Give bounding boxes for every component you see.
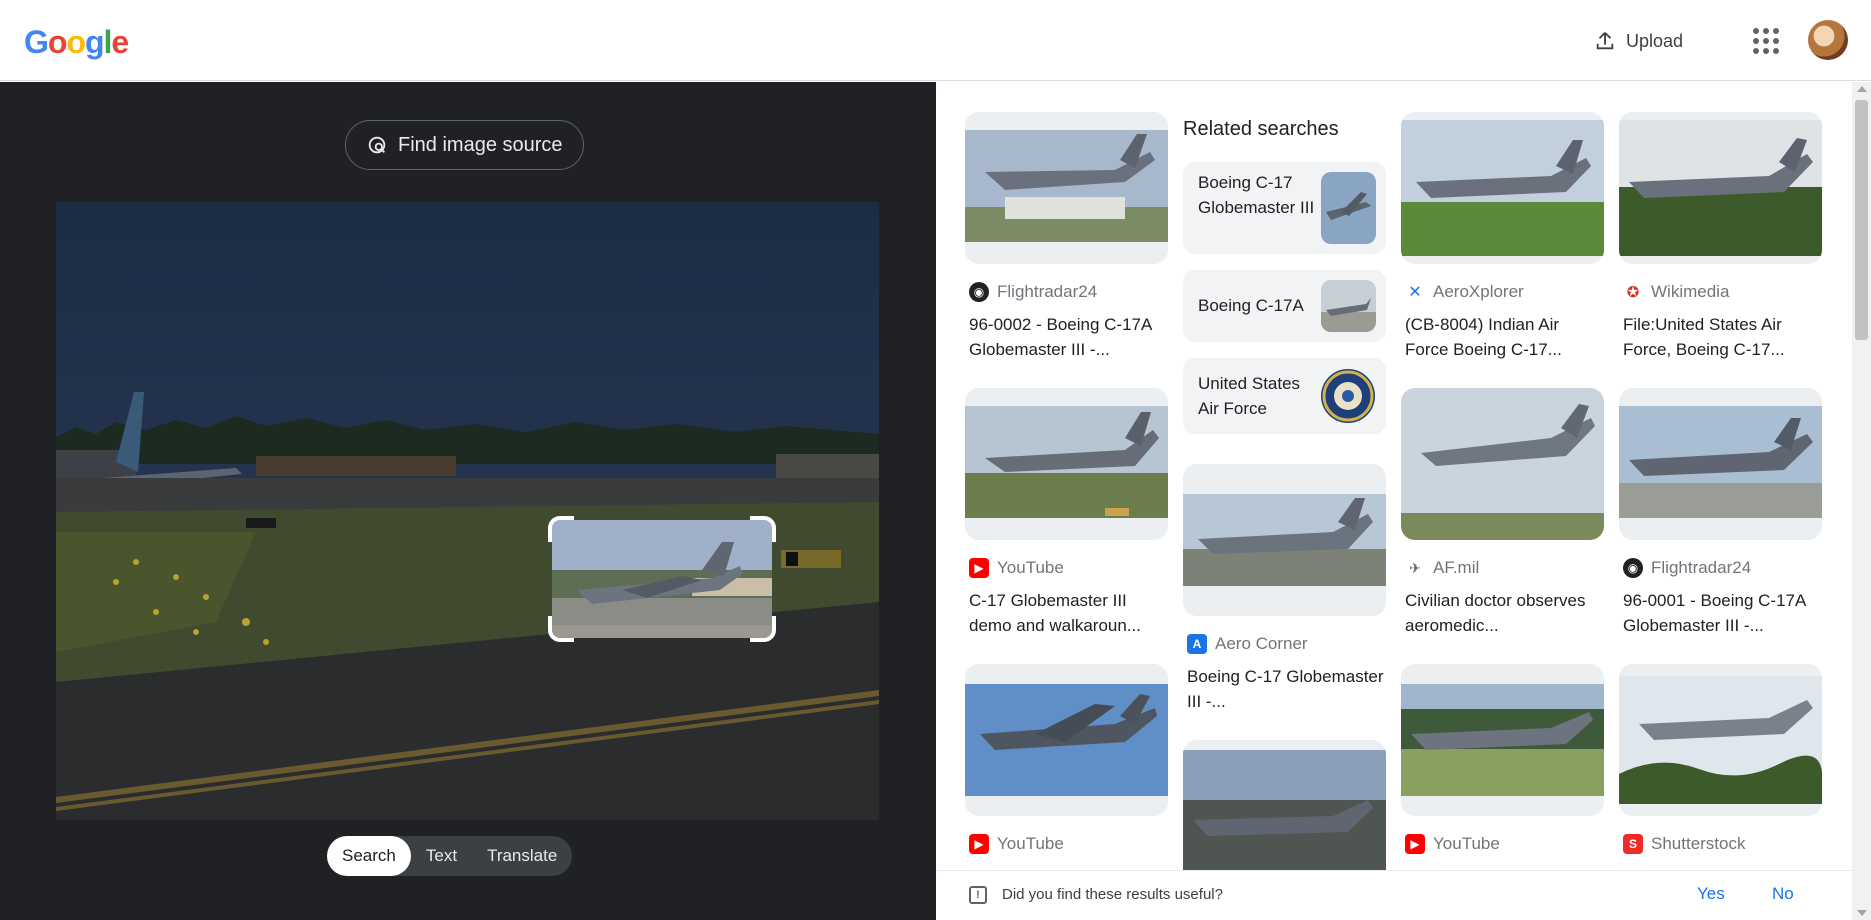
result-source: Aero Corner: [1215, 634, 1308, 653]
logo-letter: g: [84, 24, 105, 60]
result-title[interactable]: 96-0001 - Boeing C-17A Globemaster III -…: [1623, 588, 1823, 638]
crop-selection-box[interactable]: [548, 516, 776, 642]
af-mil-icon: ✈: [1405, 558, 1425, 578]
result-card[interactable]: ✈ AF.mil Civilian doctor observes aerome…: [1401, 388, 1604, 635]
crop-handle-bottom-left[interactable]: [548, 616, 574, 642]
result-source: YouTube: [997, 834, 1064, 853]
lens-mode-tabs: Search Text Translate: [327, 836, 573, 876]
result-card[interactable]: ▶ YouTube C-17 Globemaster III demo and …: [965, 388, 1168, 635]
results-scrollbar[interactable]: [1852, 82, 1871, 920]
result-source: Flightradar24: [997, 282, 1098, 301]
google-apps-icon[interactable]: [1753, 28, 1779, 54]
tab-text[interactable]: Text: [411, 836, 472, 876]
logo-letter: G: [24, 24, 49, 60]
lens-image-panel: Find image source Search Text Translate: [0, 82, 936, 920]
result-source: Flightradar24: [1651, 558, 1752, 577]
crop-handle-top-left[interactable]: [548, 516, 574, 542]
air-force-seal-icon: [1320, 368, 1376, 424]
result-title[interactable]: Civilian doctor observes aeromedic...: [1405, 588, 1605, 638]
result-thumbnail[interactable]: [1401, 388, 1604, 540]
result-thumbnail[interactable]: [965, 112, 1168, 264]
result-source: YouTube: [997, 558, 1064, 577]
related-search-label: Boeing C-17 Globemaster III: [1198, 173, 1315, 217]
related-search-thumbnail: [1321, 280, 1376, 332]
result-thumbnail[interactable]: [965, 664, 1168, 816]
result-thumbnail[interactable]: [1401, 112, 1604, 264]
result-card[interactable]: ▶ YouTube: [965, 664, 1168, 864]
result-thumbnail[interactable]: [1619, 664, 1822, 816]
flightradar-icon: ◉: [969, 282, 989, 302]
result-card[interactable]: ✕ AeroXplorer (CB-8004) Indian Air Force…: [1401, 112, 1604, 359]
result-source: YouTube: [1433, 834, 1500, 853]
flightradar-icon: ◉: [1623, 558, 1643, 578]
youtube-icon: ▶: [969, 834, 989, 854]
tab-search[interactable]: Search: [327, 836, 411, 876]
logo-letter: o: [47, 24, 68, 60]
upload-button[interactable]: Upload: [1594, 26, 1683, 56]
upload-icon: [1596, 32, 1614, 50]
related-search-chip[interactable]: Boeing C-17A: [1183, 270, 1386, 342]
crop-handle-top-right[interactable]: [750, 516, 776, 542]
result-card[interactable]: ◉ Flightradar24 96-0001 - Boeing C-17A G…: [1619, 388, 1822, 635]
logo-letter: e: [111, 24, 129, 60]
related-searches-heading: Related searches: [1183, 118, 1339, 140]
result-title[interactable]: File:United States Air Force, Boeing C-1…: [1623, 312, 1823, 362]
result-card[interactable]: S Shutterstock: [1619, 664, 1822, 864]
scrollbar-thumb[interactable]: [1855, 100, 1868, 340]
result-source: AF.mil: [1433, 558, 1480, 577]
account-avatar[interactable]: [1808, 20, 1848, 60]
related-search-label: United States Air Force: [1198, 374, 1301, 418]
google-logo[interactable]: Google: [24, 24, 129, 61]
image-search-icon: [368, 136, 386, 154]
result-source: Wikimedia: [1651, 282, 1730, 301]
find-image-source-label: Find image source: [398, 133, 563, 156]
feedback-yes-button[interactable]: Yes: [1697, 884, 1725, 904]
results-panel: ◉ Flightradar24 96-0002 - Boeing C-17A G…: [936, 82, 1871, 920]
result-card[interactable]: ▶ YouTube: [1401, 664, 1604, 864]
youtube-icon: ▶: [969, 558, 989, 578]
result-title[interactable]: (CB-8004) Indian Air Force Boeing C-17..…: [1405, 312, 1605, 362]
result-thumbnail[interactable]: [1619, 388, 1822, 540]
scroll-down-arrow-icon[interactable]: [1857, 910, 1867, 916]
feedback-bar: ! Did you find these results useful? Yes…: [936, 870, 1871, 920]
result-title[interactable]: C-17 Globemaster III demo and walkaroun.…: [969, 588, 1169, 638]
wikimedia-icon: ✪: [1623, 282, 1643, 302]
logo-letter: o: [66, 24, 86, 60]
result-card[interactable]: ◉ Flightradar24 96-0002 - Boeing C-17A G…: [965, 112, 1168, 359]
top-bar: Google Upload: [0, 0, 1871, 81]
result-card[interactable]: A Aero Corner Boeing C-17 Globemaster II…: [1183, 464, 1386, 724]
feedback-question: Did you find these results useful?: [1002, 886, 1223, 903]
result-source: Shutterstock: [1651, 834, 1746, 853]
crop-handle-bottom-right[interactable]: [750, 616, 776, 642]
upload-label: Upload: [1626, 30, 1684, 51]
shutterstock-icon: S: [1623, 834, 1643, 854]
aero-corner-icon: A: [1187, 634, 1207, 654]
uploaded-photo[interactable]: [56, 202, 879, 820]
aeroxplorer-icon: ✕: [1405, 282, 1425, 302]
result-card[interactable]: [1183, 740, 1386, 892]
related-search-chip[interactable]: Boeing C-17 Globemaster III: [1183, 162, 1386, 254]
result-thumbnail[interactable]: [1401, 664, 1604, 816]
scroll-up-arrow-icon[interactable]: [1857, 86, 1867, 92]
result-thumbnail[interactable]: [965, 388, 1168, 540]
result-card[interactable]: ✪ Wikimedia File:United States Air Force…: [1619, 112, 1822, 359]
result-title[interactable]: Boeing C-17 Globemaster III -...: [1187, 664, 1387, 714]
result-title[interactable]: 96-0002 - Boeing C-17A Globemaster III -…: [969, 312, 1169, 362]
result-thumbnail[interactable]: [1619, 112, 1822, 264]
result-source: AeroXplorer: [1433, 282, 1524, 301]
find-image-source-button[interactable]: Find image source: [345, 120, 584, 170]
tab-translate[interactable]: Translate: [472, 836, 572, 876]
selected-region-image: [552, 520, 772, 638]
related-search-chip[interactable]: United States Air Force: [1183, 358, 1386, 434]
related-search-thumbnail: [1321, 172, 1376, 244]
related-search-label: Boeing C-17A: [1198, 296, 1304, 315]
result-thumbnail[interactable]: [1183, 464, 1386, 616]
feedback-no-button[interactable]: No: [1772, 884, 1794, 904]
feedback-icon: !: [969, 886, 987, 904]
youtube-icon: ▶: [1405, 834, 1425, 854]
